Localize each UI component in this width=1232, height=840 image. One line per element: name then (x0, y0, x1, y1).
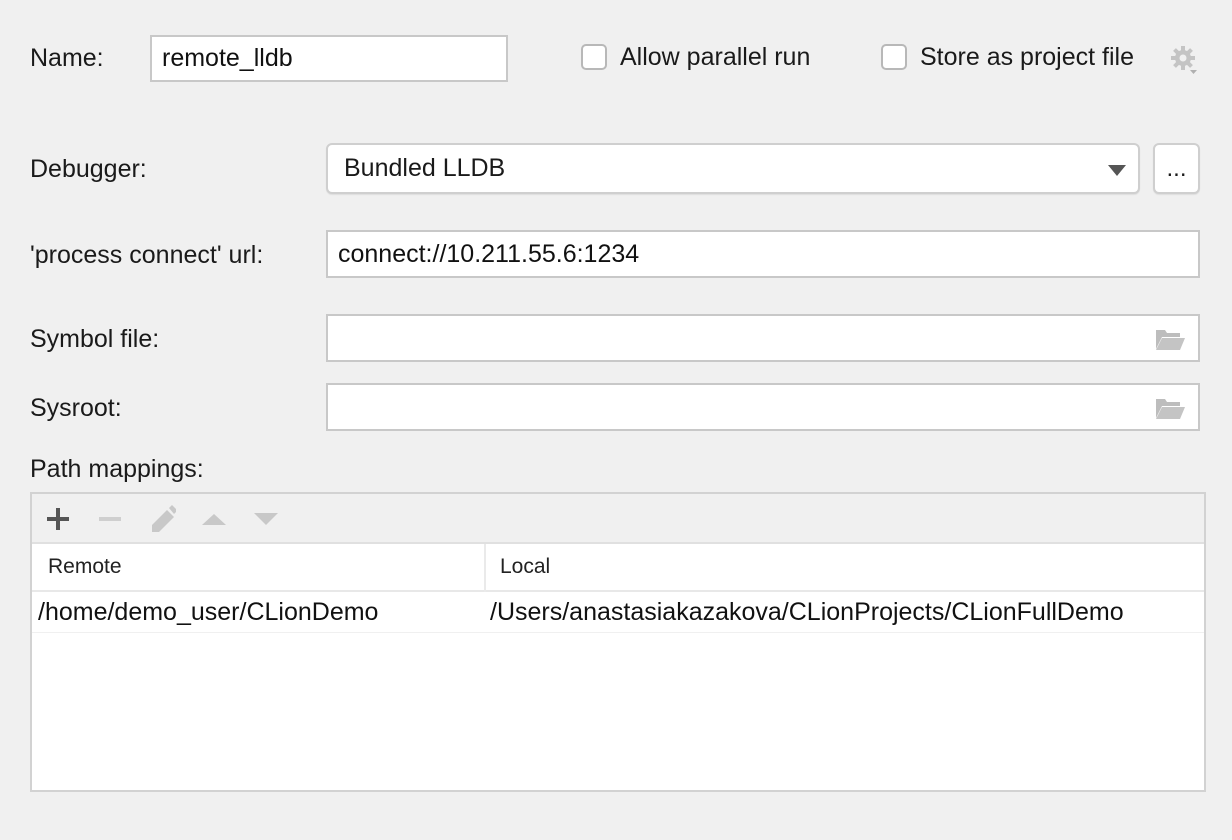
folder-icon[interactable] (1154, 396, 1186, 420)
debugger-browse-button[interactable]: ... (1153, 143, 1200, 194)
name-input-value: remote_lldb (162, 44, 293, 72)
arrow-down-icon[interactable] (252, 505, 280, 533)
pencil-icon[interactable] (148, 505, 176, 533)
store-as-project-file-checkbox[interactable] (881, 44, 907, 70)
chevron-down-icon (1108, 165, 1126, 176)
arrow-up-icon[interactable] (200, 505, 228, 533)
debugger-label: Debugger: (30, 155, 147, 183)
path-mappings-label: Path mappings: (30, 455, 204, 483)
gear-icon[interactable] (1170, 45, 1198, 75)
symbol-file-input[interactable] (326, 314, 1200, 362)
column-header-remote[interactable]: Remote (48, 544, 122, 590)
column-header-local[interactable]: Local (500, 544, 550, 590)
ellipsis-icon: ... (1166, 154, 1187, 182)
sysroot-input[interactable] (326, 383, 1200, 431)
name-input[interactable]: remote_lldb (150, 35, 508, 82)
debugger-select[interactable]: Bundled LLDB (326, 143, 1140, 194)
allow-parallel-run-label[interactable]: Allow parallel run (620, 43, 810, 72)
path-mappings-toolbar (32, 494, 1204, 544)
process-connect-url-label: 'process connect' url: (30, 241, 264, 269)
process-connect-url-value: connect://10.211.55.6:1234 (338, 239, 640, 268)
table-row[interactable]: /home/demo_user/CLionDemo /Users/anastas… (32, 592, 1204, 633)
path-mappings-panel: Remote Local /home/demo_user/CLionDemo /… (30, 492, 1206, 792)
plus-icon[interactable] (44, 505, 72, 533)
remote-path-cell[interactable]: /home/demo_user/CLionDemo (38, 592, 378, 632)
symbol-file-label: Symbol file: (30, 325, 160, 353)
path-mappings-header: Remote Local (32, 544, 1204, 592)
local-path-cell[interactable]: /Users/anastasiakazakova/CLionProjects/C… (490, 592, 1124, 632)
name-label: Name: (30, 44, 104, 72)
store-as-project-file-label[interactable]: Store as project file (920, 43, 1134, 72)
process-connect-url-input[interactable]: connect://10.211.55.6:1234 (326, 230, 1200, 278)
minus-icon[interactable] (96, 505, 124, 533)
debugger-selected-value: Bundled LLDB (344, 154, 506, 182)
allow-parallel-run-checkbox[interactable] (581, 44, 607, 70)
folder-icon[interactable] (1154, 327, 1186, 351)
sysroot-label: Sysroot: (30, 394, 122, 422)
